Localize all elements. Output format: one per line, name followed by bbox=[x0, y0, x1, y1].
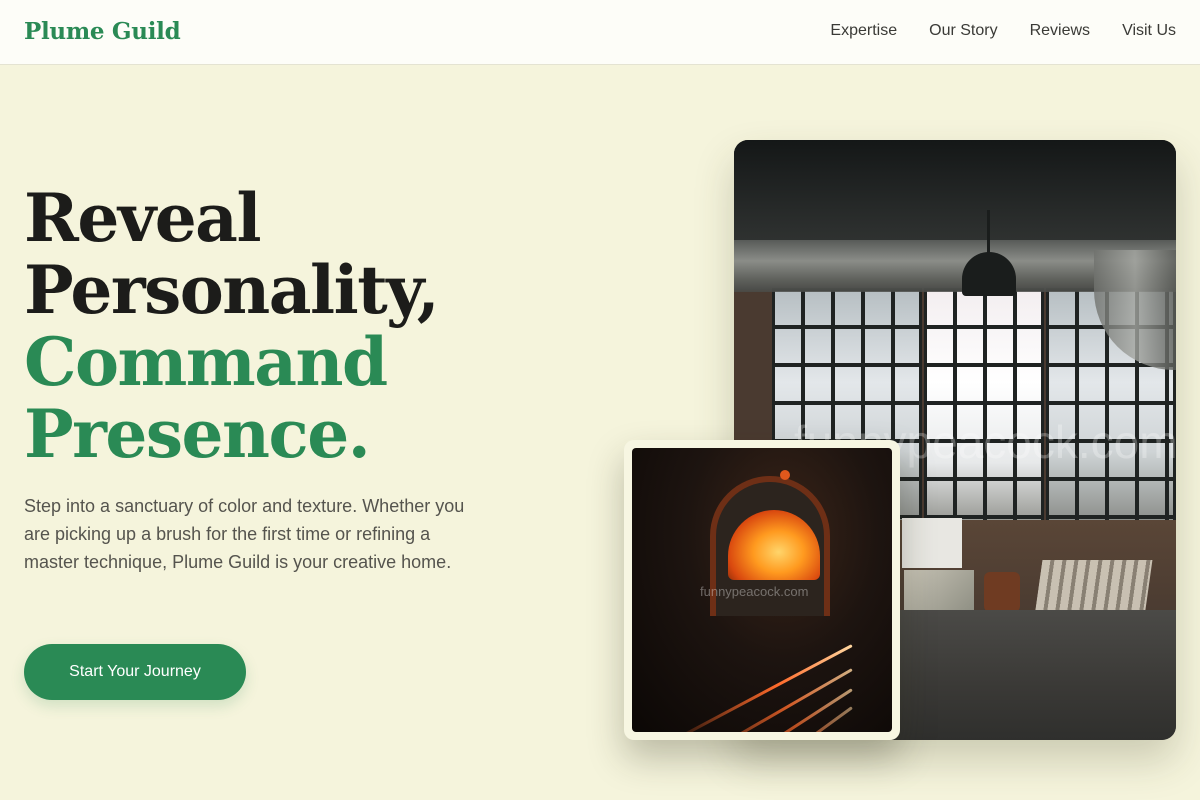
light-streak bbox=[665, 644, 853, 732]
nav-link-reviews[interactable]: Reviews bbox=[1030, 22, 1090, 40]
hero-title-line-3: Command bbox=[24, 323, 388, 401]
nav-link-expertise[interactable]: Expertise bbox=[830, 22, 897, 40]
glow-dot bbox=[780, 470, 790, 480]
hero-title-line-4: Presence. bbox=[24, 395, 371, 473]
site-header: Plume Guild Expertise Our Story Reviews … bbox=[0, 0, 1200, 65]
main-nav: Expertise Our Story Reviews Visit Us bbox=[830, 22, 1176, 40]
lamp-cord bbox=[987, 210, 990, 254]
hero-title-line-1: Reveal bbox=[24, 179, 262, 257]
white-boxes bbox=[902, 518, 962, 568]
studio-window bbox=[924, 288, 1044, 523]
hero-description: Step into a sanctuary of color and textu… bbox=[24, 496, 465, 572]
armchair bbox=[984, 572, 1020, 612]
hero-title: Reveal Personality, Command Presence. bbox=[24, 182, 544, 470]
start-journey-button[interactable]: Start Your Journey bbox=[24, 644, 246, 700]
image-watermark: funnypeacock.com bbox=[700, 584, 809, 599]
nav-link-our-story[interactable]: Our Story bbox=[929, 22, 997, 40]
furnace-image: funnypeacock.com bbox=[632, 448, 892, 732]
hero-title-line-2: Personality, bbox=[24, 251, 440, 329]
brand-logo[interactable]: Plume Guild bbox=[24, 18, 181, 45]
nav-link-visit-us[interactable]: Visit Us bbox=[1122, 22, 1176, 40]
